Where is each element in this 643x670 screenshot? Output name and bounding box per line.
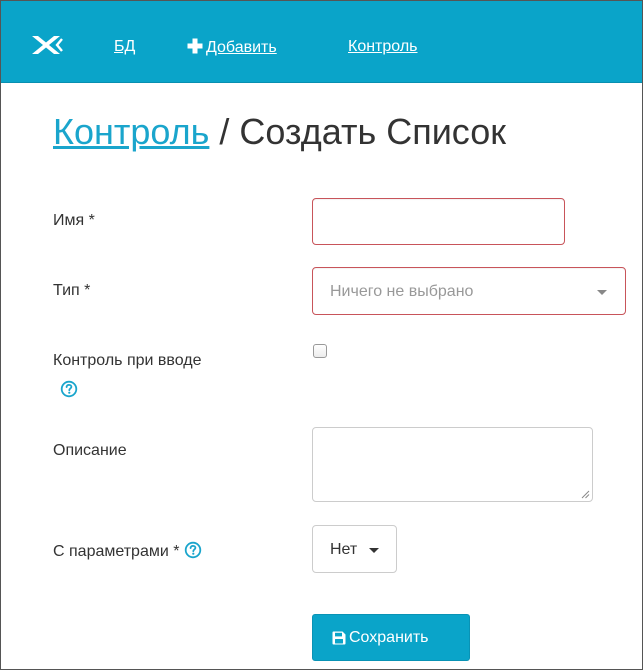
name-input[interactable] bbox=[312, 198, 565, 245]
type-label: Тип * bbox=[53, 282, 91, 299]
with-params-label-text: С параметрами * bbox=[53, 543, 180, 560]
nav-link-add-label: Добавить bbox=[206, 39, 277, 56]
save-button-label: Сохранить bbox=[349, 629, 429, 646]
with-params-label: С параметрами * bbox=[53, 541, 202, 561]
plus-icon bbox=[187, 38, 203, 54]
breadcrumb-separator: / bbox=[209, 111, 240, 152]
breadcrumb-control-link[interactable]: Контроль bbox=[53, 111, 209, 152]
top-navbar: БД Добавить Контроль bbox=[1, 1, 642, 83]
resize-grip-icon[interactable] bbox=[581, 490, 590, 499]
page-title-text: Создать Список bbox=[239, 111, 506, 152]
type-select-placeholder: Ничего не выбрано bbox=[330, 283, 474, 300]
crossed-swords-logo-icon[interactable] bbox=[29, 33, 69, 57]
name-label: Имя * bbox=[53, 212, 95, 229]
caret-down-icon bbox=[369, 548, 379, 553]
type-select[interactable]: Ничего не выбрано bbox=[312, 267, 626, 315]
question-circle-icon[interactable] bbox=[184, 541, 202, 559]
input-control-label: Контроль при вводе bbox=[53, 352, 202, 369]
with-params-selected: Нет bbox=[330, 541, 358, 558]
app-window: БД Добавить Контроль Контроль / Создать … bbox=[0, 0, 643, 670]
with-params-dropdown[interactable]: Нет bbox=[312, 525, 397, 573]
input-control-checkbox[interactable] bbox=[313, 344, 327, 358]
question-circle-icon[interactable] bbox=[60, 380, 78, 398]
caret-down-icon bbox=[597, 290, 607, 295]
nav-link-control[interactable]: Контроль bbox=[348, 38, 418, 56]
save-button[interactable]: Сохранить bbox=[312, 614, 470, 661]
description-label: Описание bbox=[53, 442, 127, 459]
page-title: Контроль / Создать Список bbox=[53, 111, 506, 153]
nav-link-add[interactable]: Добавить bbox=[187, 38, 277, 57]
floppy-disk-icon bbox=[332, 631, 346, 645]
nav-link-bd[interactable]: БД bbox=[114, 38, 135, 56]
description-textarea[interactable] bbox=[312, 427, 593, 502]
